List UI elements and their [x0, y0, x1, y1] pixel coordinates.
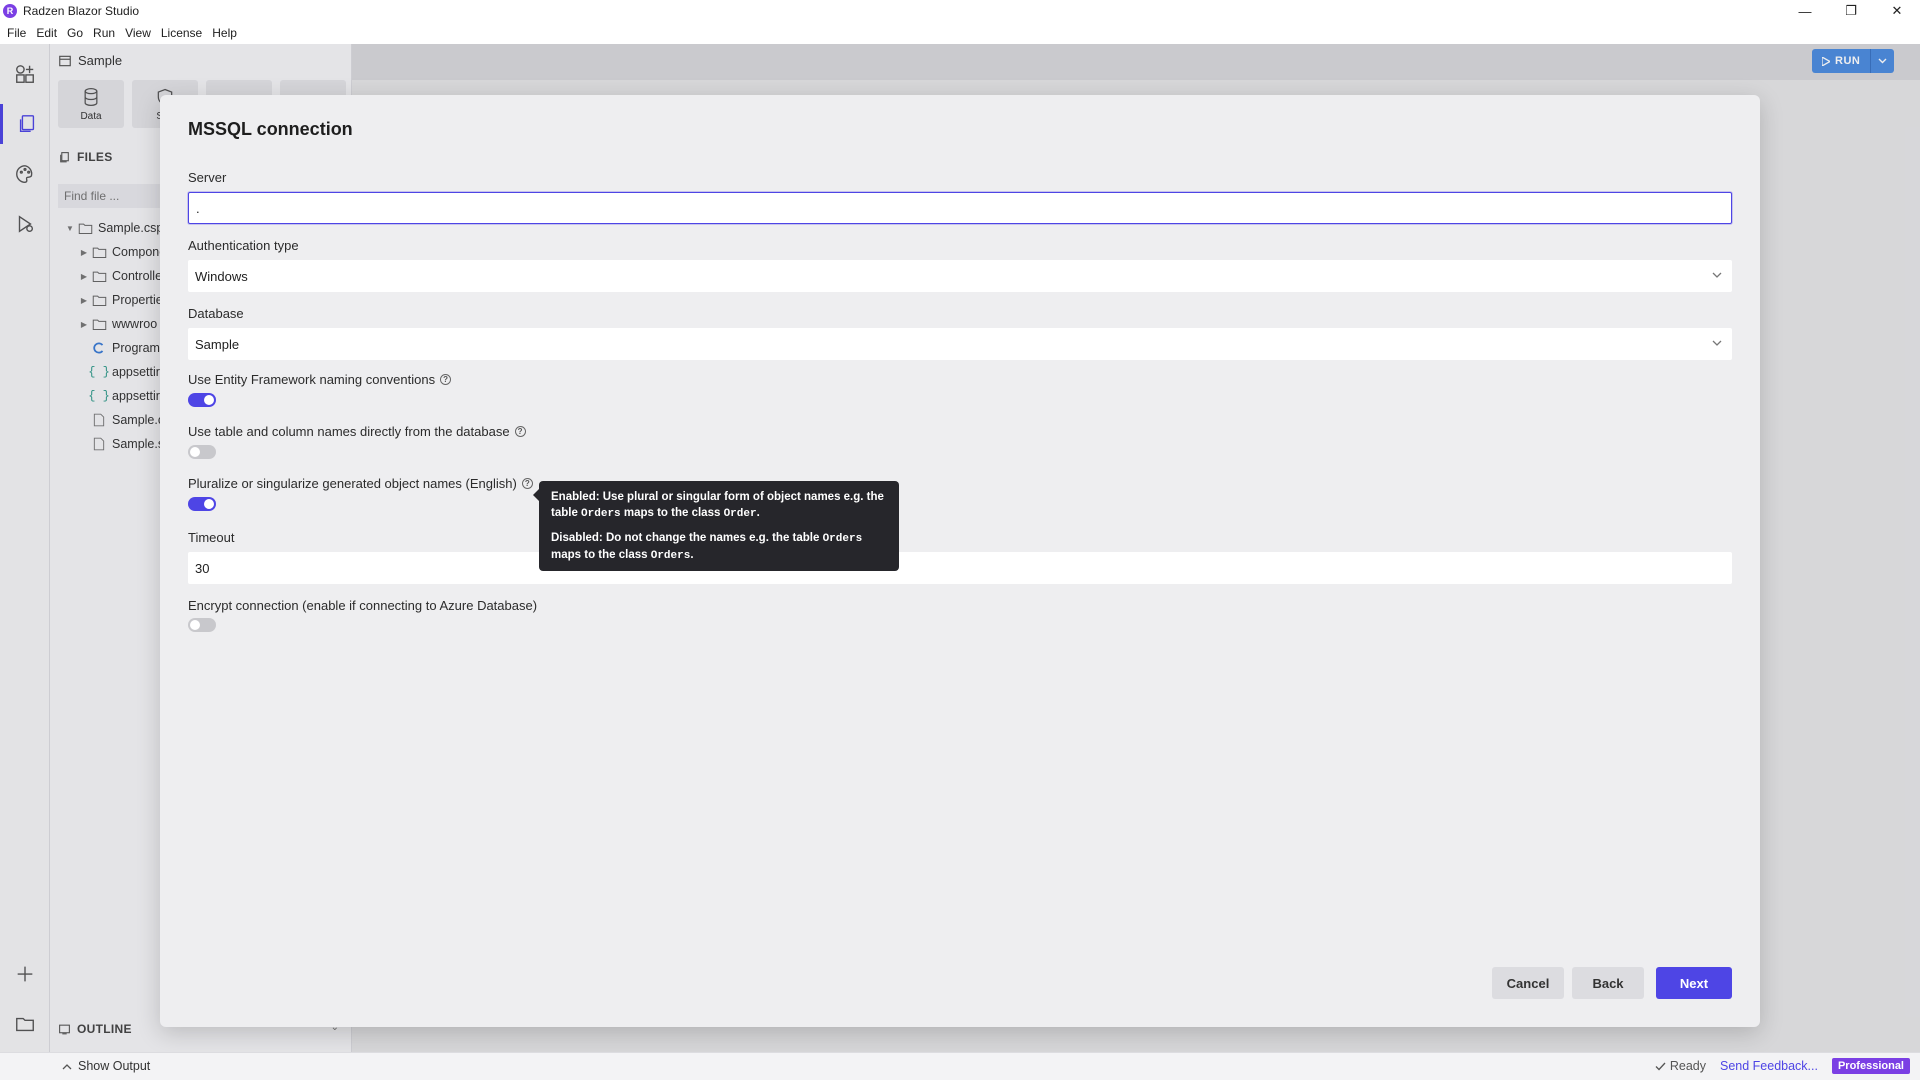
encrypt-label-text: Encrypt connection (enable if connecting… — [188, 598, 538, 613]
show-output-button[interactable]: Show Output — [62, 1059, 150, 1073]
server-input[interactable] — [188, 192, 1732, 224]
encrypt-toggle[interactable] — [188, 618, 216, 632]
ready-status: Ready — [1655, 1059, 1706, 1073]
database-value: Sample — [195, 336, 240, 352]
database-select[interactable]: Sample — [188, 328, 1732, 360]
timeout-label-text: Timeout — [188, 530, 235, 545]
database-label: Database — [188, 306, 244, 321]
menu-run[interactable]: Run — [88, 26, 120, 40]
pluralize-label: Pluralize or singularize generated objec… — [188, 476, 533, 491]
chevron-down-icon — [1712, 272, 1722, 278]
tooltip-text: maps to the class — [620, 507, 724, 519]
back-button[interactable]: Back — [1572, 967, 1644, 999]
pluralize-label-text: Pluralize or singularize generated objec… — [188, 476, 517, 491]
title-bar: R Radzen Blazor Studio — ❐ ✕ — [0, 0, 1920, 22]
help-icon[interactable]: ? — [514, 426, 526, 437]
tooltip-disabled-text: Disabled: Do not change the names e.g. t… — [551, 530, 887, 564]
menu-view[interactable]: View — [120, 26, 156, 40]
tooltip-enabled-text: Enabled: Use plural or singular form of … — [551, 489, 887, 522]
status-bar: Show Output Ready Send Feedback... Profe… — [0, 1052, 1920, 1080]
encrypt-label: Encrypt connection (enable if connecting… — [188, 598, 537, 613]
menu-bar: File Edit Go Run View License Help — [0, 22, 1920, 44]
ef-naming-toggle[interactable] — [188, 393, 216, 407]
mssql-connection-dialog: MSSQL connection Server Authentication t… — [160, 95, 1760, 1027]
help-icon[interactable]: ? — [440, 374, 452, 385]
direct-names-toggle[interactable] — [188, 445, 216, 459]
server-label-text: Server — [188, 170, 227, 185]
next-button[interactable]: Next — [1656, 967, 1732, 999]
tooltip-code: Order — [723, 508, 757, 520]
server-label: Server — [188, 170, 226, 185]
ef-naming-label: Use Entity Framework naming conventions … — [188, 372, 452, 387]
show-output-label: Show Output — [78, 1059, 151, 1073]
timeout-input[interactable] — [188, 552, 1732, 584]
auth-type-select[interactable]: Windows — [188, 260, 1732, 292]
auth-type-label-text: Authentication type — [188, 238, 299, 253]
auth-type-value: Windows — [195, 268, 248, 284]
cancel-button[interactable]: Cancel — [1492, 967, 1564, 999]
tooltip-text: . — [756, 507, 760, 519]
dialog-title: MSSQL connection — [188, 119, 353, 139]
pluralize-help-tooltip: Enabled: Use plural or singular form of … — [533, 481, 899, 571]
tooltip-text: Disabled: Do not change the names e.g. t… — [551, 532, 823, 544]
close-window-button[interactable]: ✕ — [1874, 0, 1920, 22]
toggle-knob — [204, 499, 214, 509]
tooltip-code: Orders — [822, 533, 863, 545]
minimize-button[interactable]: — — [1782, 0, 1828, 22]
window-title: Radzen Blazor Studio — [23, 4, 140, 18]
auth-type-label: Authentication type — [188, 238, 299, 253]
menu-go[interactable]: Go — [62, 26, 88, 40]
help-icon[interactable]: ? — [521, 478, 533, 489]
direct-names-label-text: Use table and column names directly from… — [188, 424, 510, 439]
tooltip-code: Orders — [650, 550, 691, 562]
menu-edit[interactable]: Edit — [31, 26, 62, 40]
toggle-knob — [204, 395, 214, 405]
toggle-knob — [190, 620, 200, 630]
menu-file[interactable]: File — [2, 26, 31, 40]
tooltip-text: . — [690, 549, 694, 561]
direct-names-label: Use table and column names directly from… — [188, 424, 526, 439]
chevron-up-icon — [62, 1063, 72, 1069]
window-controls: — ❐ ✕ — [1782, 0, 1920, 22]
tooltip-code: Orders — [581, 508, 621, 520]
tooltip-text: maps to the class — [551, 549, 651, 561]
toggle-knob — [190, 447, 200, 457]
timeout-label: Timeout — [188, 530, 234, 545]
check-icon — [1655, 1062, 1666, 1070]
status-right: Ready Send Feedback... Professional — [1655, 1058, 1910, 1074]
database-label-text: Database — [188, 306, 244, 321]
license-badge: Professional — [1831, 1058, 1910, 1074]
radzen-logo-icon: R — [3, 4, 17, 18]
menu-help[interactable]: Help — [207, 26, 242, 40]
menu-license[interactable]: License — [156, 26, 207, 40]
pluralize-toggle[interactable] — [188, 497, 216, 511]
chevron-down-icon — [1712, 340, 1722, 346]
send-feedback-link[interactable]: Send Feedback... — [1720, 1059, 1818, 1073]
ef-naming-label-text: Use Entity Framework naming conventions — [188, 372, 436, 387]
restore-button[interactable]: ❐ — [1828, 0, 1874, 22]
ready-label: Ready — [1669, 1059, 1706, 1073]
